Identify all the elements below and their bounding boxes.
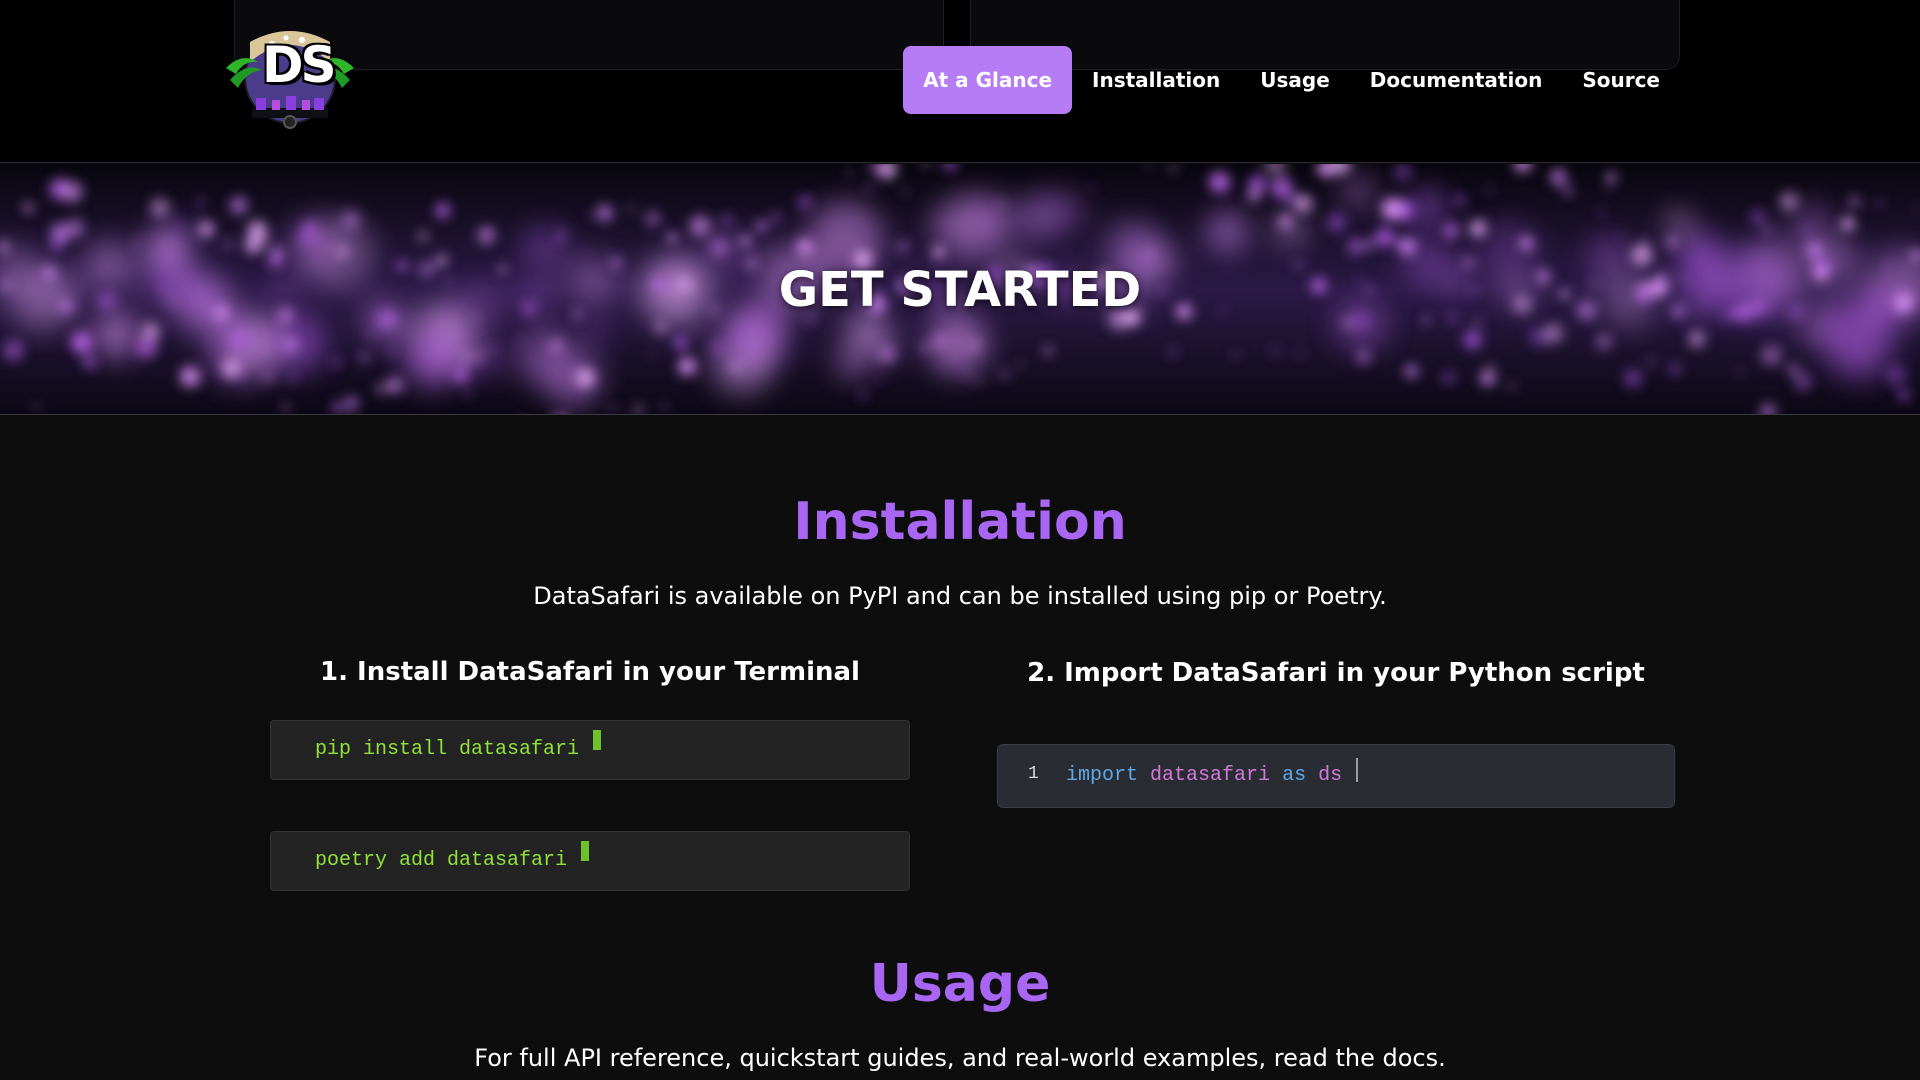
- editor-caret: [1356, 758, 1359, 782]
- site-header: DS At a Glance Installation Usage Docume…: [0, 0, 1920, 163]
- nav-installation[interactable]: Installation: [1072, 46, 1240, 114]
- terminal-cursor: [593, 730, 602, 750]
- code-alias: ds: [1318, 764, 1343, 787]
- site-logo[interactable]: DS: [222, 22, 358, 132]
- hero-title: GET STARTED: [778, 261, 1142, 318]
- hero-banner: GET STARTED: [0, 164, 1920, 415]
- main-nav: At a Glance Installation Usage Documenta…: [903, 46, 1680, 114]
- logo-text: DS: [262, 36, 336, 94]
- usage-description: For full API reference, quickstart guide…: [474, 1044, 1446, 1072]
- terminal-cursor: [581, 841, 590, 861]
- step2-heading: 2. Import DataSafari in your Python scri…: [1027, 658, 1645, 688]
- poetry-add-command: poetry add datasafari: [315, 849, 568, 872]
- python-import-code-box[interactable]: 1 import datasafari as ds: [997, 744, 1675, 808]
- nav-source[interactable]: Source: [1562, 46, 1680, 114]
- code-keyword-as: as: [1282, 764, 1307, 787]
- code-module-name: datasafari: [1150, 764, 1271, 787]
- usage-heading: Usage: [869, 954, 1051, 1014]
- installation-description: DataSafari is available on PyPI and can …: [533, 582, 1387, 610]
- nav-at-a-glance[interactable]: At a Glance: [903, 46, 1073, 114]
- step1-heading: 1. Install DataSafari in your Terminal: [320, 657, 860, 687]
- code-keyword-import: import: [1066, 764, 1139, 787]
- nav-usage[interactable]: Usage: [1240, 46, 1350, 114]
- code-line: import datasafari as ds: [1066, 745, 1359, 807]
- nav-documentation[interactable]: Documentation: [1350, 46, 1563, 114]
- pip-install-command: pip install datasafari: [315, 738, 580, 761]
- poetry-add-command-box[interactable]: poetry add datasafari: [270, 831, 910, 891]
- installation-heading: Installation: [793, 492, 1127, 552]
- code-line-number: 1: [1028, 764, 1039, 784]
- main-content: Installation DataSafari is available on …: [0, 416, 1920, 1080]
- pip-install-command-box[interactable]: pip install datasafari: [270, 720, 910, 780]
